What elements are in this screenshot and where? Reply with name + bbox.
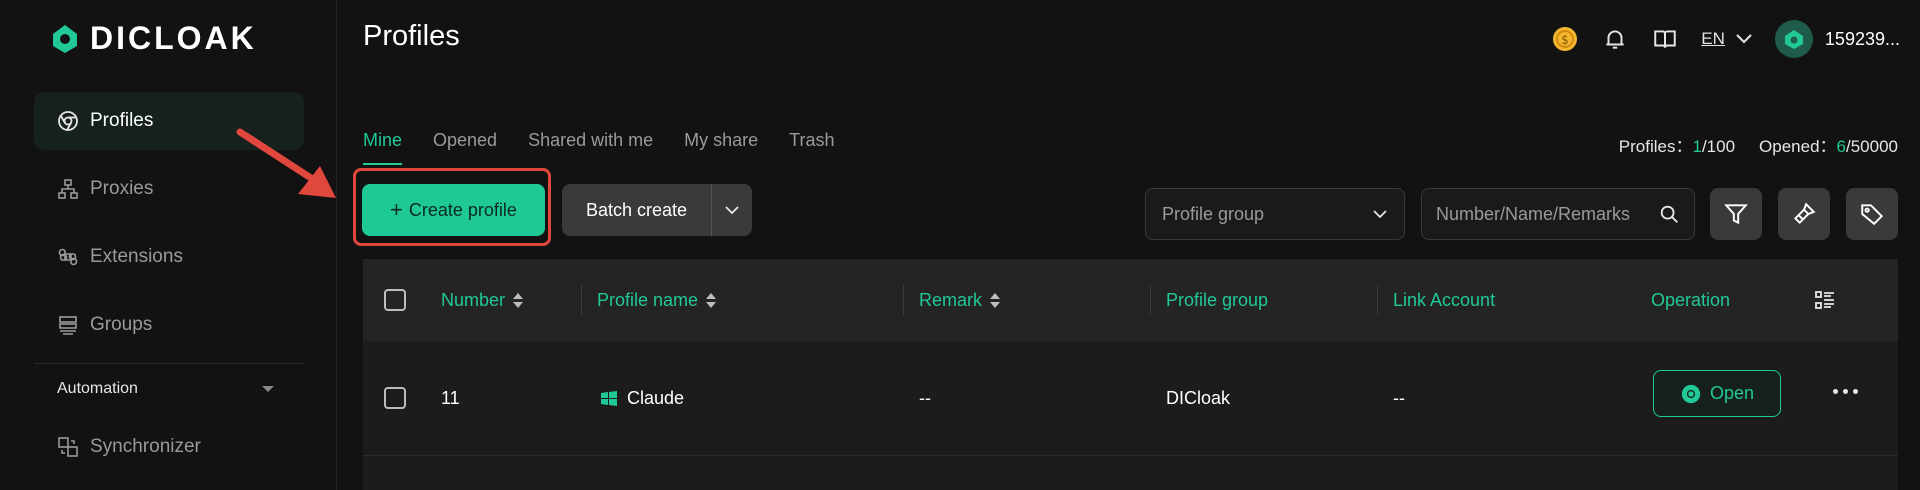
search-icon[interactable] <box>1658 203 1680 225</box>
user-name: 159239... <box>1824 28 1900 49</box>
command-icon <box>58 248 78 266</box>
sidebar-item-label: Groups <box>90 314 153 335</box>
cell-link-account: -- <box>1393 388 1405 408</box>
section-label-automation: Automation <box>57 380 138 397</box>
tag-icon <box>1861 204 1884 226</box>
sidebar-item-label: Proxies <box>90 178 154 199</box>
create-profile-label: Create profile <box>408 199 517 220</box>
tab-mine[interactable]: Mine <box>363 130 403 165</box>
sidebar-item-groups[interactable]: Groups <box>34 296 304 354</box>
column-header-link-account: Link Account <box>1393 289 1496 310</box>
sidebar-item-label: Extensions <box>90 246 183 267</box>
brush-icon <box>1793 202 1816 225</box>
caret-down-icon[interactable] <box>262 386 274 392</box>
column-header-profile-group: Profile group <box>1166 289 1269 310</box>
bell-icon[interactable] <box>1601 25 1629 53</box>
create-profile-button[interactable]: + Create profile <box>362 184 545 236</box>
avatar <box>1774 20 1813 58</box>
coin-icon[interactable]: $ <box>1551 25 1579 53</box>
batch-create-dropdown[interactable] <box>711 184 752 236</box>
column-separator <box>1150 285 1151 315</box>
row-checkbox[interactable] <box>384 387 406 409</box>
list-settings-icon <box>1815 291 1834 309</box>
select-all-checkbox[interactable] <box>384 289 406 311</box>
column-header-remark[interactable]: Remark <box>919 259 1001 341</box>
search-field[interactable] <box>1421 188 1695 240</box>
windows-icon <box>601 390 617 406</box>
profile-tabs: Mine Opened Shared with me My share Tras… <box>363 130 835 165</box>
page-title: Profiles <box>363 20 460 52</box>
sidebar-item-label: Profiles <box>90 110 154 131</box>
chevron-down-icon <box>1736 34 1752 44</box>
language-selector[interactable]: EN <box>1701 29 1753 49</box>
tab-shared-with-me[interactable]: Shared with me <box>528 130 653 165</box>
book-icon[interactable] <box>1651 25 1679 53</box>
annotation-arrow-icon <box>236 128 336 198</box>
search-input[interactable] <box>1436 203 1646 225</box>
user-menu[interactable]: 159239... <box>1774 20 1900 58</box>
chevron-down-icon <box>725 206 739 215</box>
profile-group-select[interactable]: Profile group <box>1145 188 1405 240</box>
batch-create-button[interactable]: Batch create <box>562 184 752 236</box>
table-row[interactable]: 11 Claude -- DICloak -- Open <box>363 341 1898 456</box>
language-label: EN <box>1701 29 1725 48</box>
profiles-table: Number Profile name Remark Profile group… <box>363 259 1898 490</box>
cell-profile-group: DICloak <box>1166 388 1231 408</box>
sidebar-item-label: Synchronizer <box>90 436 201 457</box>
chrome-icon <box>58 111 78 131</box>
column-separator <box>903 285 904 315</box>
clean-button[interactable] <box>1778 188 1830 240</box>
sort-icon[interactable] <box>706 292 717 308</box>
sidebar-item-synchronizer[interactable]: Synchronizer <box>34 418 304 476</box>
dicloak-logo-icon <box>53 24 77 53</box>
column-header-operation: Operation <box>1651 289 1731 310</box>
tab-opened[interactable]: Opened <box>433 130 497 165</box>
tab-trash[interactable]: Trash <box>789 130 834 165</box>
profiles-count: Profiles：1/100 <box>1618 137 1736 156</box>
filter-button[interactable] <box>1710 188 1762 240</box>
plus-icon: + <box>390 197 403 222</box>
tag-button[interactable] <box>1846 188 1898 240</box>
svg-text:$: $ <box>1561 33 1569 47</box>
layers-icon <box>59 316 77 335</box>
cell-number: 11 <box>441 388 460 408</box>
tab-my-share[interactable]: My share <box>684 130 758 165</box>
usage-counts: Profiles：1/100 Opened：6/50000 <box>1619 132 1898 157</box>
logo-text: DICLOAK <box>90 20 257 56</box>
column-separator <box>581 285 582 315</box>
sync-windows-icon <box>58 437 78 457</box>
topbar-actions: $ EN 159239... <box>1551 18 1900 60</box>
chevron-down-icon <box>1373 210 1387 219</box>
sidebar-item-extensions[interactable]: Extensions <box>34 228 304 286</box>
column-settings-button[interactable] <box>1813 259 1837 341</box>
batch-create-label: Batch create <box>585 199 688 220</box>
app-logo[interactable]: DICLOAK <box>48 20 257 57</box>
column-header-number[interactable]: Number <box>441 259 524 341</box>
cell-profile-name[interactable]: Claude <box>599 341 684 456</box>
column-separator <box>1377 285 1378 315</box>
network-icon <box>58 179 78 199</box>
profile-group-placeholder: Profile group <box>1162 203 1265 224</box>
table-header: Number Profile name Remark Profile group… <box>363 259 1898 341</box>
filter-icon <box>1724 204 1748 225</box>
more-actions-icon[interactable] <box>1833 389 1858 394</box>
sidebar-divider <box>34 363 304 364</box>
sort-icon[interactable] <box>990 292 1001 308</box>
sidebar: DICLOAK Profiles Proxies Extensions Grou… <box>0 0 337 490</box>
cell-remark: -- <box>919 388 931 408</box>
column-header-profile-name[interactable]: Profile name <box>597 259 717 341</box>
open-profile-button[interactable]: Open <box>1653 370 1781 417</box>
opened-count: Opened：6/50000 <box>1759 137 1898 156</box>
sort-icon[interactable] <box>513 292 524 308</box>
chrome-icon <box>1681 384 1701 403</box>
